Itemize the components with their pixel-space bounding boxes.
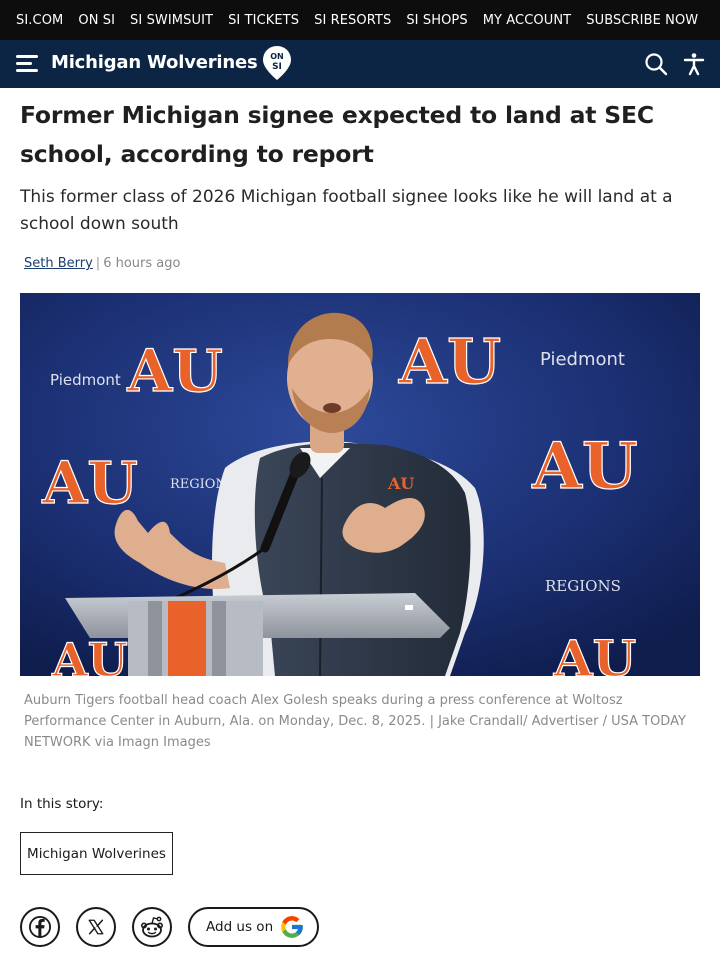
site-header: Michigan Wolverines (0, 40, 720, 88)
nav-si-shops[interactable]: SI SHOPS (406, 13, 467, 28)
byline: Seth Berry | 6 hours ago (24, 256, 180, 271)
story-tag-michigan-wolverines[interactable]: Michigan Wolverines (20, 832, 173, 875)
site-name[interactable]: Michigan Wolverines (51, 52, 258, 73)
backdrop-sponsor-piedmont: Piedmont (50, 371, 121, 389)
backdrop-au-logo: AU (126, 337, 223, 405)
nav-si-com[interactable]: SI.COM (16, 13, 63, 28)
backdrop-au-logo: AU (398, 325, 501, 398)
vest-logo: AU (387, 474, 414, 493)
add-us-on-label: Add us on (206, 919, 274, 935)
article-dek: This former class of 2026 Michigan footb… (20, 187, 673, 234)
backdrop-au-logo: AU (51, 633, 128, 676)
nav-my-account[interactable]: MY ACCOUNT (483, 13, 572, 28)
nav-on-si[interactable]: ON SI (78, 13, 115, 28)
backdrop-sponsor-regions: REGIONS (545, 577, 621, 595)
on-si-badge-icon[interactable]: ON SI (262, 45, 292, 81)
in-this-story-label: In this story: (20, 796, 104, 812)
backdrop-sponsor-piedmont: Piedmont (540, 349, 625, 370)
nav-si-resorts[interactable]: SI RESORTS (314, 13, 391, 28)
accessibility-icon[interactable] (682, 52, 706, 76)
nav-si-swimsuit[interactable]: SI SWIMSUIT (130, 13, 213, 28)
facebook-icon (29, 916, 51, 938)
x-icon (88, 919, 104, 935)
image-caption: Auburn Tigers football head coach Alex G… (24, 693, 686, 750)
author-link[interactable]: Seth Berry (24, 256, 93, 271)
article-headline: Former Michigan signee expected to land … (20, 101, 654, 168)
search-icon[interactable] (644, 52, 668, 76)
badge-top-text: ON (270, 52, 284, 61)
backdrop-au-logo: AU (553, 629, 636, 676)
si-top-nav: SI.COM ON SI SI SWIMSUIT SI TICKETS SI R… (0, 0, 720, 40)
backdrop-au-logo: AU (531, 429, 637, 504)
published-time: 6 hours ago (103, 256, 181, 271)
hamburger-icon[interactable] (16, 55, 40, 73)
backdrop-au-logo: AU (41, 449, 138, 517)
nav-si-tickets[interactable]: SI TICKETS (228, 13, 299, 28)
facebook-share-button[interactable] (20, 907, 60, 947)
add-us-on-google-button[interactable]: Add us on (188, 907, 319, 947)
reddit-icon (140, 916, 163, 938)
byline-separator: | (95, 256, 101, 271)
x-share-button[interactable] (76, 907, 116, 947)
hero-photo: AU AU AU AU AU AU Piedmont Piedmont REGI… (20, 293, 700, 676)
google-icon (281, 916, 303, 938)
hero-image[interactable]: AU AU AU AU AU AU Piedmont Piedmont REGI… (20, 293, 700, 676)
reddit-share-button[interactable] (132, 907, 172, 947)
badge-bottom-text: SI (272, 62, 282, 72)
nav-subscribe-now[interactable]: SUBSCRIBE NOW (586, 13, 698, 28)
